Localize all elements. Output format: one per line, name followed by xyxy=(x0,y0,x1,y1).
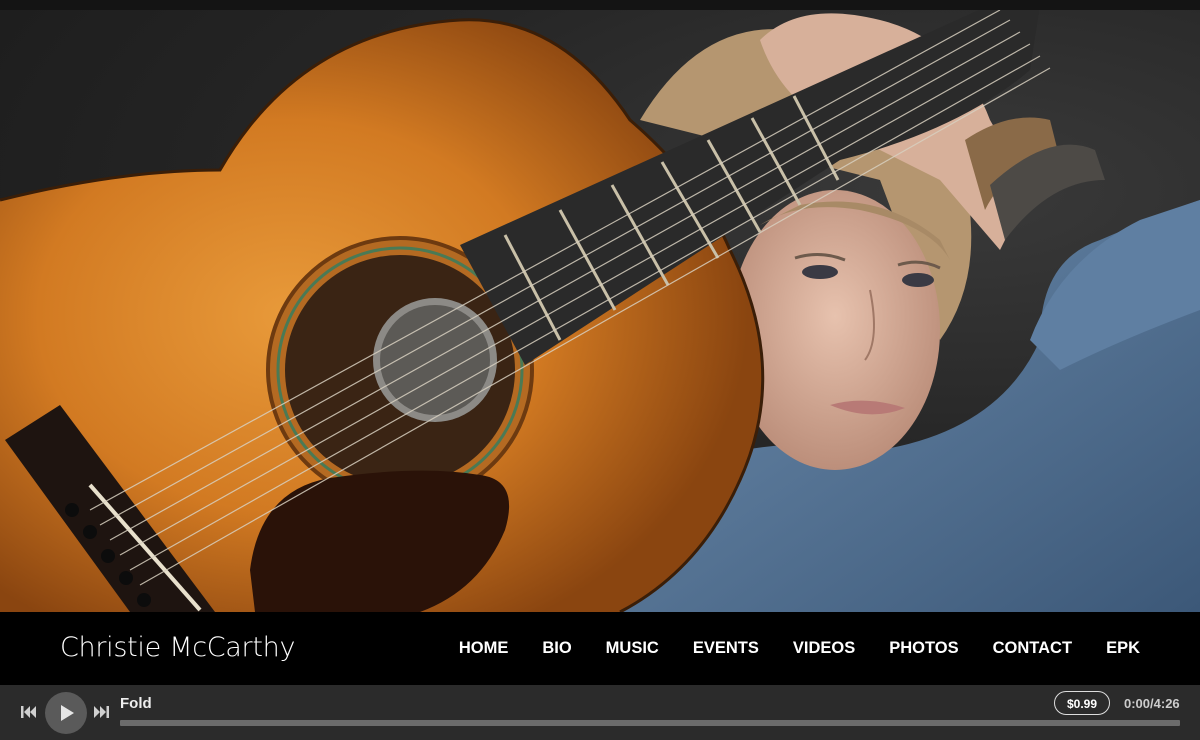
play-button[interactable] xyxy=(45,692,87,734)
nav-epk[interactable]: EPK xyxy=(1106,639,1140,658)
nav-videos[interactable]: VIDEOS xyxy=(793,639,855,658)
buy-price-button[interactable]: $0.99 xyxy=(1054,691,1110,715)
nav-music[interactable]: MUSIC xyxy=(606,639,659,658)
guitar-portrait-illustration xyxy=(0,10,1200,612)
nav-bio[interactable]: BIO xyxy=(542,639,571,658)
nav-contact[interactable]: CONTACT xyxy=(993,639,1072,658)
nav-home[interactable]: HOME xyxy=(459,639,509,658)
site-title[interactable]: Christie McCarthy xyxy=(60,632,295,663)
hero-image xyxy=(0,10,1200,612)
top-border xyxy=(0,0,1200,10)
progress-bar[interactable] xyxy=(120,720,1180,726)
nav-photos[interactable]: PHOTOS xyxy=(889,639,958,658)
site-header: Christie McCarthy HOME BIO MUSIC EVENTS … xyxy=(0,612,1200,685)
audio-player: Fold $0.99 0:00/4:26 xyxy=(0,685,1200,740)
nav-events[interactable]: EVENTS xyxy=(693,639,759,658)
track-time: 0:00/4:26 xyxy=(1124,696,1180,711)
play-icon xyxy=(61,705,74,721)
skip-back-icon[interactable] xyxy=(20,704,38,720)
track-title: Fold xyxy=(120,695,152,712)
main-nav: HOME BIO MUSIC EVENTS VIDEOS PHOTOS CONT… xyxy=(459,612,1200,685)
skip-forward-icon[interactable] xyxy=(92,704,110,720)
